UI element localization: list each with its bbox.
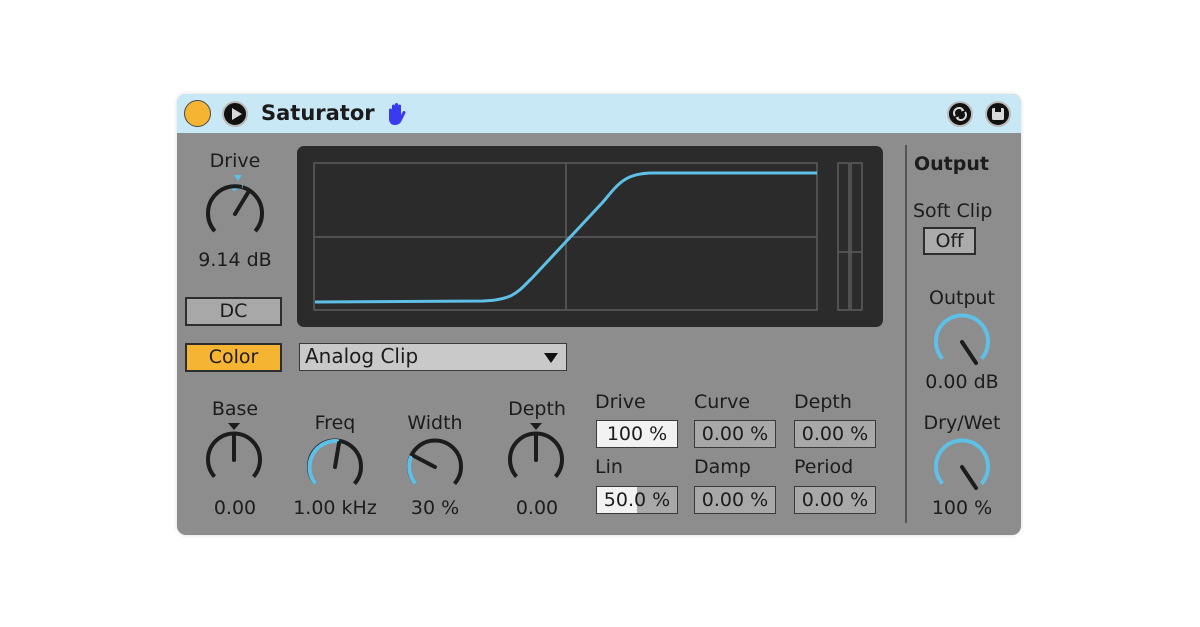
saturation-curve-display	[297, 146, 883, 327]
drywet-value: 100 %	[931, 497, 993, 519]
device-title-bar: Saturator	[177, 94, 1021, 133]
ws-period-field[interactable]: 0.00 %	[794, 486, 876, 514]
width-knob[interactable]	[397, 432, 473, 502]
base-knob[interactable]	[196, 422, 272, 498]
output-gain-value: 0.00 dB	[925, 371, 999, 393]
drive-pointer-icon	[234, 175, 242, 181]
base-label: Base	[211, 398, 259, 420]
curve-type-value: Analog Clip	[305, 344, 419, 368]
drive-value: 9.14 dB	[198, 249, 272, 271]
depth-label: Depth	[508, 398, 566, 420]
ws-depth-label: Depth	[794, 391, 852, 413]
output-heading: Output	[914, 153, 989, 175]
curve-type-dropdown[interactable]: Analog Clip	[299, 343, 567, 371]
play-icon[interactable]	[222, 101, 248, 127]
ws-lin-field[interactable]: 50.0 %	[596, 486, 678, 514]
output-level-meter	[837, 162, 863, 311]
save-icon[interactable]	[985, 101, 1011, 127]
device-title: Saturator	[261, 101, 375, 125]
ws-curve-label: Curve	[694, 391, 751, 413]
section-divider	[905, 145, 907, 523]
ws-depth-field[interactable]: 0.00 %	[794, 420, 876, 448]
output-gain-label: Output	[929, 287, 995, 309]
base-value: 0.00	[213, 497, 257, 519]
power-icon[interactable]	[184, 100, 211, 127]
width-label: Width	[407, 412, 463, 434]
color-button[interactable]: Color	[185, 343, 282, 372]
freq-label: Freq	[314, 412, 356, 434]
soft-clip-toggle[interactable]: Off	[923, 227, 976, 255]
depth-knob[interactable]	[498, 422, 574, 498]
transfer-curve-graph	[313, 162, 818, 311]
ws-lin-label: Lin	[595, 456, 623, 478]
freq-value: 1.00 kHz	[293, 497, 377, 519]
soft-clip-label: Soft Clip	[913, 200, 993, 222]
ws-damp-field[interactable]: 0.00 %	[694, 486, 776, 514]
saturator-device: Saturator Drive 9.14 dB DC Color Analog …	[177, 94, 1021, 535]
ws-drive-label: Drive	[595, 391, 646, 413]
depth-value: 0.00	[515, 497, 559, 519]
output-knob[interactable]	[924, 307, 1000, 377]
width-value: 30 %	[410, 497, 460, 519]
ws-damp-label: Damp	[694, 456, 751, 478]
drive-label: Drive	[209, 150, 261, 172]
dc-button[interactable]: DC	[185, 297, 282, 326]
ws-curve-field[interactable]: 0.00 %	[694, 420, 776, 448]
drive-knob[interactable]	[197, 174, 273, 250]
freq-knob[interactable]	[297, 432, 373, 502]
drywet-knob[interactable]	[924, 432, 1000, 502]
hot-swap-icon[interactable]	[947, 101, 973, 127]
ws-drive-field[interactable]: 100 %	[596, 420, 678, 448]
hand-icon[interactable]	[383, 101, 409, 127]
drywet-label: Dry/Wet	[923, 412, 1001, 434]
ws-period-label: Period	[794, 456, 854, 478]
dropdown-caret-icon	[544, 353, 558, 363]
